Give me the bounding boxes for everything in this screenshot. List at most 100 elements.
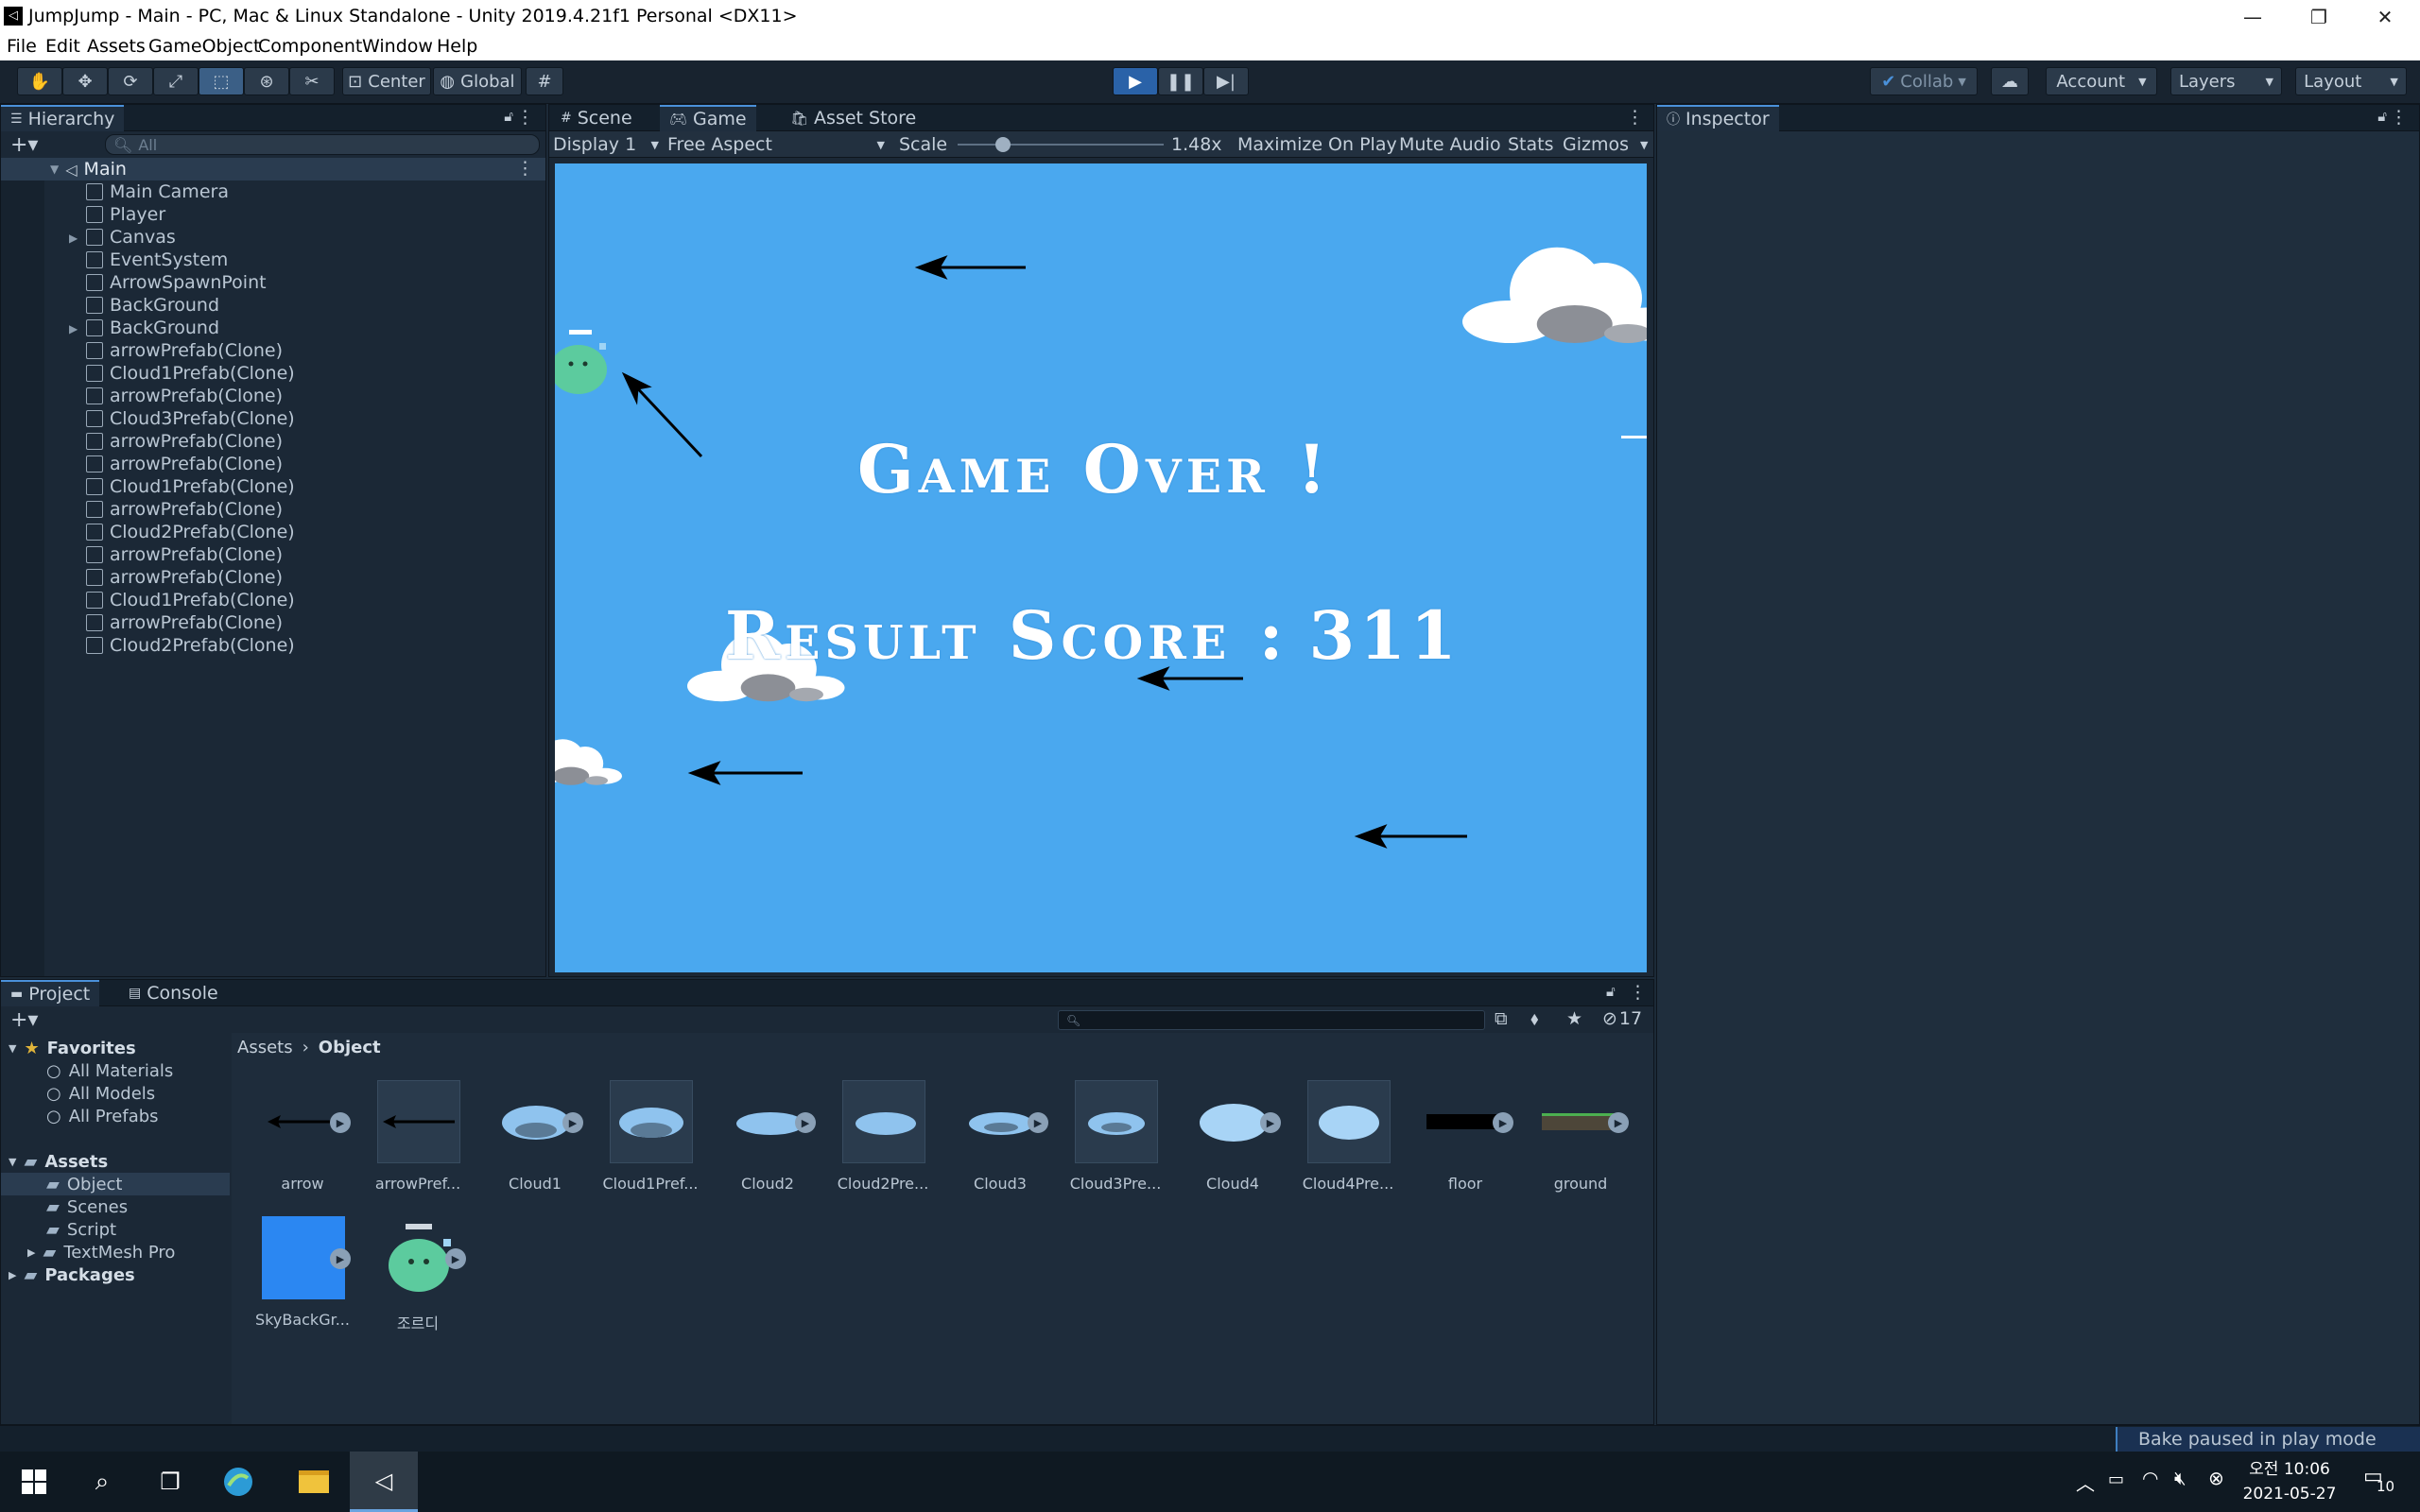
asset-cloud4[interactable]: ▶ Cloud4 <box>1181 1080 1285 1203</box>
add-dropdown-icon[interactable]: +▾ <box>10 133 38 157</box>
asset-arrow[interactable]: ▶ arrow <box>251 1080 354 1203</box>
expand-arrow-icon[interactable]: ▼ <box>50 163 59 176</box>
hierarchy-item[interactable]: BackGround <box>86 294 219 317</box>
tab-asset-store[interactable]: 🛍︎ Asset Store <box>781 105 925 131</box>
lock-icon[interactable]: 🔓︎ <box>2377 108 2387 125</box>
app-icon-swirl[interactable] <box>204 1452 272 1512</box>
hierarchy-item[interactable]: arrowPrefab(Clone) <box>86 566 283 589</box>
display-dropdown[interactable]: Display 1 ▼ <box>553 133 659 156</box>
prefab-expand-icon[interactable]: ▶ <box>562 1112 583 1133</box>
asset-cloud4prefab[interactable]: Cloud4Pre... <box>1296 1080 1400 1203</box>
breadcrumb-assets[interactable]: Assets <box>237 1038 293 1057</box>
scale-slider-thumb[interactable] <box>995 137 1011 152</box>
folder-item-scenes[interactable]: ▰ Scenes <box>46 1195 128 1218</box>
hierarchy-search-input[interactable]: 🔍︎ All <box>105 134 540 155</box>
aspect-dropdown[interactable]: Free Aspect ▼ <box>667 133 885 156</box>
expand-arrow-icon[interactable]: ▼ <box>9 1156 16 1168</box>
collab-button[interactable]: ✔ Collab ▼ <box>1870 67 1978 95</box>
layout-dropdown[interactable]: Layout ▼ <box>2295 67 2407 95</box>
prefab-expand-icon[interactable]: ▶ <box>1260 1112 1281 1133</box>
kebab-menu-icon[interactable]: ⋮ <box>1629 982 1647 1003</box>
gizmos-dropdown[interactable]: Gizmos ▼ <box>1563 133 1648 156</box>
custom-tool-icon[interactable]: ✂ <box>289 67 335 95</box>
hierarchy-item[interactable]: Cloud1Prefab(Clone) <box>86 589 295 611</box>
hierarchy-item[interactable]: arrowPrefab(Clone) <box>86 430 283 453</box>
filter-by-type-icon[interactable]: ⧉ <box>1495 1008 1508 1029</box>
scale-slider[interactable] <box>958 137 1164 152</box>
hierarchy-item[interactable]: EventSystem <box>86 249 228 271</box>
tab-project[interactable]: ▬ Project <box>1 980 100 1006</box>
assets-header[interactable]: ▼ ▰ Assets <box>9 1150 108 1173</box>
file-explorer-icon[interactable] <box>280 1452 348 1512</box>
expand-arrow-icon[interactable]: ▼ <box>9 1042 16 1055</box>
hierarchy-item[interactable]: Main Camera <box>86 180 229 203</box>
expand-arrow-icon[interactable]: ▶ <box>9 1269 16 1281</box>
volume-muted-icon[interactable]: 🔇︎ <box>2174 1467 2187 1489</box>
asset-cloud3[interactable]: ▶ Cloud3 <box>948 1080 1052 1203</box>
play-button[interactable]: ▶ <box>1113 67 1158 95</box>
global-toggle-button[interactable]: ◍ Global <box>433 67 522 95</box>
menu-gameobject[interactable]: GameObject <box>148 36 260 57</box>
tab-scene[interactable]: # Scene <box>551 105 642 131</box>
hierarchy-item[interactable]: Cloud1Prefab(Clone) <box>86 475 295 498</box>
asset-arrowprefab[interactable]: arrowPref... <box>366 1080 470 1203</box>
hierarchy-item[interactable]: Canvas <box>86 226 176 249</box>
transform-tool-icon[interactable]: ⊛ <box>244 67 289 95</box>
unity-taskbar-icon[interactable]: ◁ <box>350 1452 418 1512</box>
layers-dropdown[interactable]: Layers ▼ <box>2170 67 2282 95</box>
project-search-input[interactable]: 🔍︎ <box>1058 1010 1485 1030</box>
maximize-on-play-toggle[interactable]: Maximize On Play <box>1237 134 1397 155</box>
tray-chevron-up-icon[interactable]: ︿ <box>2076 1469 2095 1496</box>
account-dropdown[interactable]: Account ▼ <box>2046 67 2157 95</box>
favorite-item[interactable]: ○ All Models <box>46 1082 155 1105</box>
expand-arrow-icon[interactable]: ▶ <box>69 232 78 245</box>
asset-cloud2[interactable]: ▶ Cloud2 <box>716 1080 820 1203</box>
hierarchy-item[interactable]: arrowPrefab(Clone) <box>86 611 283 634</box>
folder-item-textmesh-pro[interactable]: ▶ ▰ TextMesh Pro <box>27 1241 175 1263</box>
tab-console[interactable]: ▤ Console <box>119 980 228 1006</box>
asset-cloud1[interactable]: ▶ Cloud1 <box>483 1080 587 1203</box>
game-view-canvas[interactable]: Game Over ! Result Score : 311 <box>555 163 1647 972</box>
hand-tool-icon[interactable]: ✋ <box>17 67 62 95</box>
menu-component[interactable]: Component <box>258 36 362 57</box>
add-dropdown-icon[interactable]: +▾ <box>10 1008 38 1032</box>
hierarchy-item[interactable]: Cloud3Prefab(Clone) <box>86 407 295 430</box>
folder-item-object[interactable]: ▰ Object <box>46 1173 122 1195</box>
task-view-icon[interactable]: ❐ <box>136 1452 204 1512</box>
tab-game[interactable]: 🎮︎ Game <box>660 105 756 131</box>
taskbar-search-icon[interactable]: ⌕ <box>68 1452 136 1512</box>
tab-hierarchy[interactable]: ☰ Hierarchy <box>1 105 125 131</box>
favorite-item[interactable]: ○ All Materials <box>46 1059 173 1082</box>
prefab-expand-icon[interactable]: ▶ <box>445 1248 466 1269</box>
notification-center-button[interactable]: ▭ 10 <box>2360 1463 2397 1501</box>
hierarchy-item[interactable]: arrowPrefab(Clone) <box>86 453 283 475</box>
mute-audio-toggle[interactable]: Mute Audio <box>1399 134 1501 155</box>
prefab-expand-icon[interactable]: ▶ <box>330 1248 351 1269</box>
hierarchy-item[interactable]: Player <box>86 203 165 226</box>
packages-header[interactable]: ▶ ▰ Packages <box>9 1263 135 1286</box>
menu-help[interactable]: Help <box>437 36 477 57</box>
lock-icon[interactable]: 🔓︎ <box>1606 983 1616 1000</box>
menu-file[interactable]: File <box>7 36 37 57</box>
hierarchy-item[interactable]: arrowPrefab(Clone) <box>86 543 283 566</box>
restore-button[interactable]: ❐ <box>2286 0 2352 34</box>
hierarchy-item[interactable]: Cloud2Prefab(Clone) <box>86 521 295 543</box>
menu-edit[interactable]: Edit <box>45 36 80 57</box>
prefab-expand-icon[interactable]: ▶ <box>1028 1112 1048 1133</box>
pause-button[interactable]: ❚❚ <box>1158 67 1203 95</box>
rect-tool-icon[interactable]: ⬚ <box>199 67 244 95</box>
grid-snap-icon[interactable]: # <box>526 67 563 95</box>
prefab-expand-icon[interactable]: ▶ <box>330 1112 351 1133</box>
close-button[interactable]: ✕ <box>2352 0 2418 34</box>
folder-item-script[interactable]: ▰ Script <box>46 1218 116 1241</box>
kebab-menu-icon[interactable]: ⋮ <box>516 158 534 179</box>
cloud-services-button[interactable]: ☁ <box>1991 67 2029 95</box>
error-circle-icon[interactable]: ⊗ <box>2208 1467 2224 1489</box>
scene-root-row[interactable]: ▼ ◁ Main ⋮ <box>1 158 545 180</box>
expand-arrow-icon[interactable]: ▶ <box>27 1246 35 1259</box>
favorites-header[interactable]: ▼ ★ Favorites <box>9 1037 136 1059</box>
asset-cloud2prefab[interactable]: Cloud2Pre... <box>831 1080 935 1203</box>
asset-ground[interactable]: ▶ ground <box>1529 1080 1633 1203</box>
kebab-menu-icon[interactable]: ⋮ <box>2390 107 2408 128</box>
prefab-expand-icon[interactable]: ▶ <box>1608 1112 1629 1133</box>
